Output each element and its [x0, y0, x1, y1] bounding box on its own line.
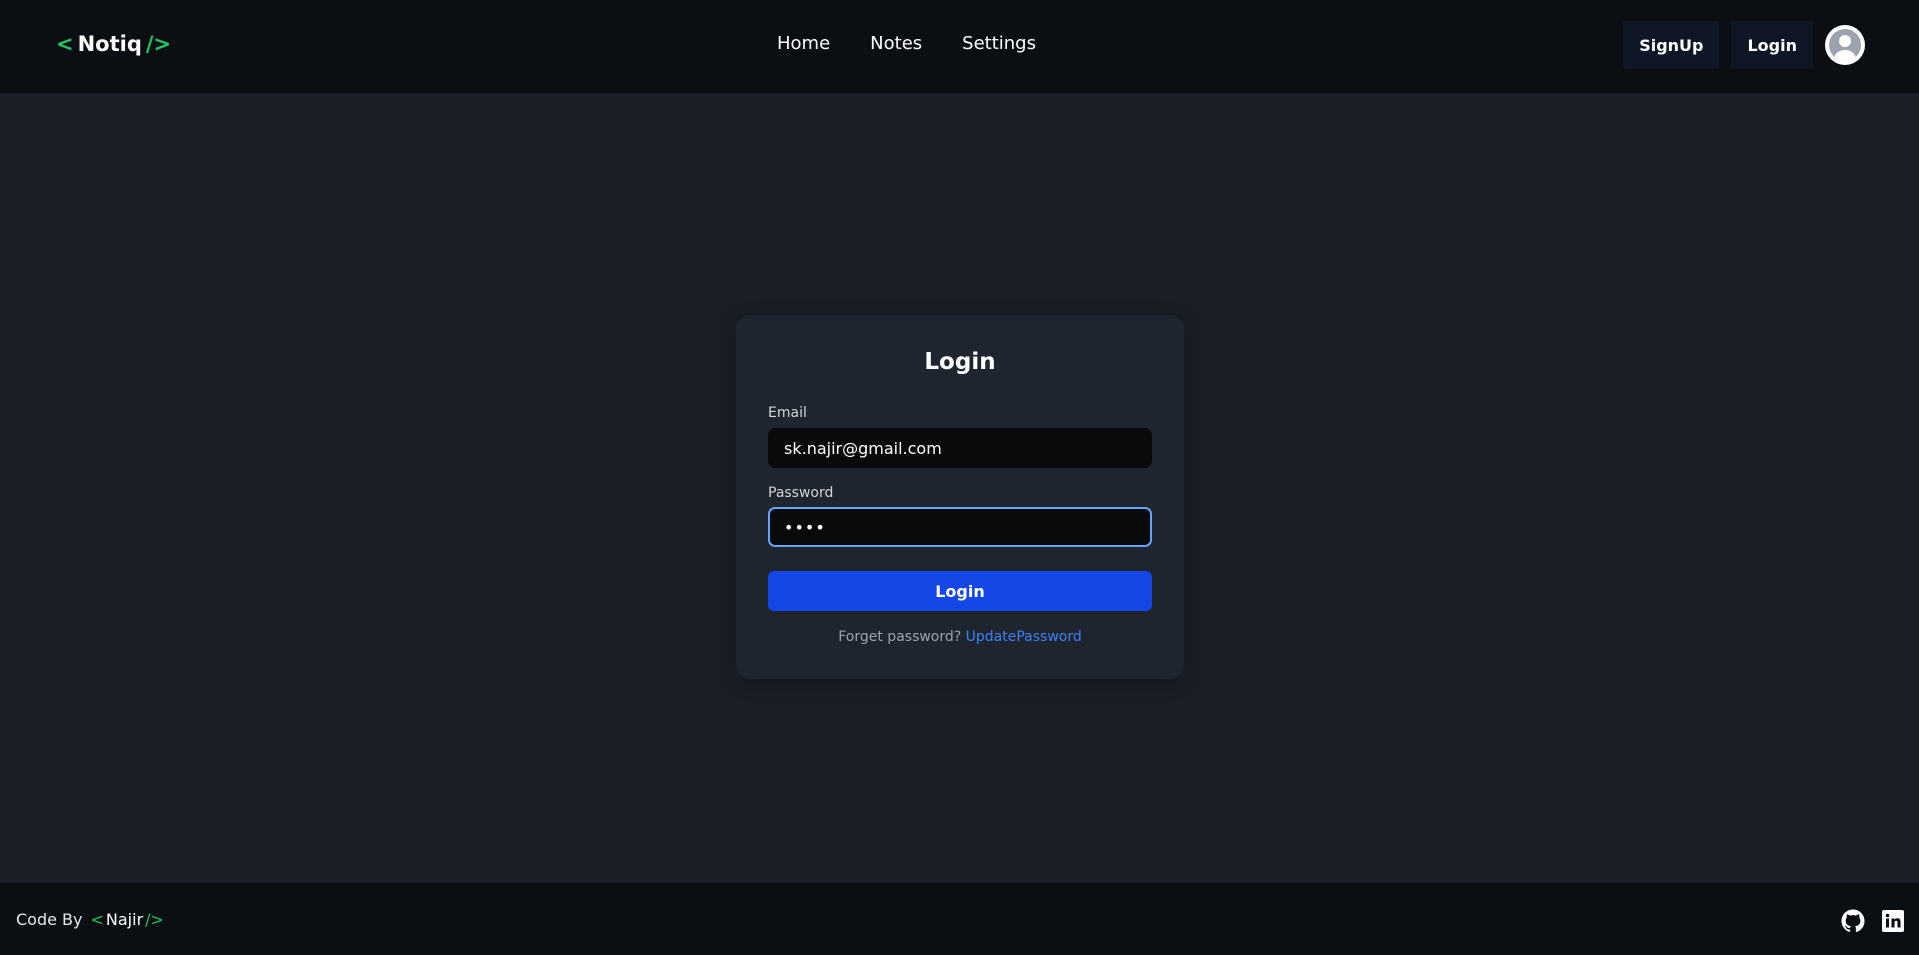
nav-notes-link[interactable]: Notes — [870, 33, 922, 54]
forgot-password-row: Forget password? UpdatePassword — [736, 629, 1184, 645]
email-label: Email — [768, 405, 807, 421]
github-icon[interactable] — [1841, 909, 1865, 933]
code-by-text: Code By — [16, 910, 83, 929]
linkedin-icon[interactable] — [1881, 909, 1905, 933]
forgot-password-text: Forget password? — [838, 629, 962, 645]
update-password-link[interactable]: UpdatePassword — [966, 629, 1082, 645]
social-links — [1841, 909, 1905, 933]
user-icon — [1829, 29, 1861, 61]
nav-home-link[interactable]: Home — [777, 33, 830, 54]
email-field[interactable]: sk.najir@gmail.com — [768, 428, 1152, 468]
header-login-button[interactable]: Login — [1731, 21, 1813, 69]
login-card: Login Email sk.najir@gmail.com Password … — [736, 315, 1184, 679]
author-signature: < Najir /> — [91, 910, 164, 929]
footer: Code By < Najir /> — [0, 883, 1919, 955]
avatar[interactable] — [1825, 25, 1865, 65]
nav-settings-link[interactable]: Settings — [962, 33, 1036, 54]
header-actions: SignUp Login — [1623, 21, 1865, 69]
main-nav: Home Notes Settings — [777, 33, 1036, 54]
logo-text: Notiq — [77, 32, 142, 56]
signature-open-bracket: < — [90, 910, 104, 929]
login-title: Login — [924, 349, 996, 375]
login-submit-button[interactable]: Login — [768, 571, 1152, 611]
signature-name: Najir — [105, 910, 144, 929]
footer-credit: Code By < Najir /> — [16, 910, 164, 929]
logo-close-bracket: /> — [145, 32, 172, 56]
brand-logo[interactable]: < Notiq /> — [56, 32, 171, 56]
logo-open-bracket: < — [56, 32, 74, 56]
signup-button[interactable]: SignUp — [1623, 21, 1720, 69]
password-label: Password — [768, 485, 834, 501]
signature-close-bracket: /> — [145, 910, 164, 929]
password-field[interactable]: •••• — [768, 507, 1152, 547]
top-navbar: < Notiq /> Home Notes Settings SignUp Lo… — [0, 0, 1919, 93]
